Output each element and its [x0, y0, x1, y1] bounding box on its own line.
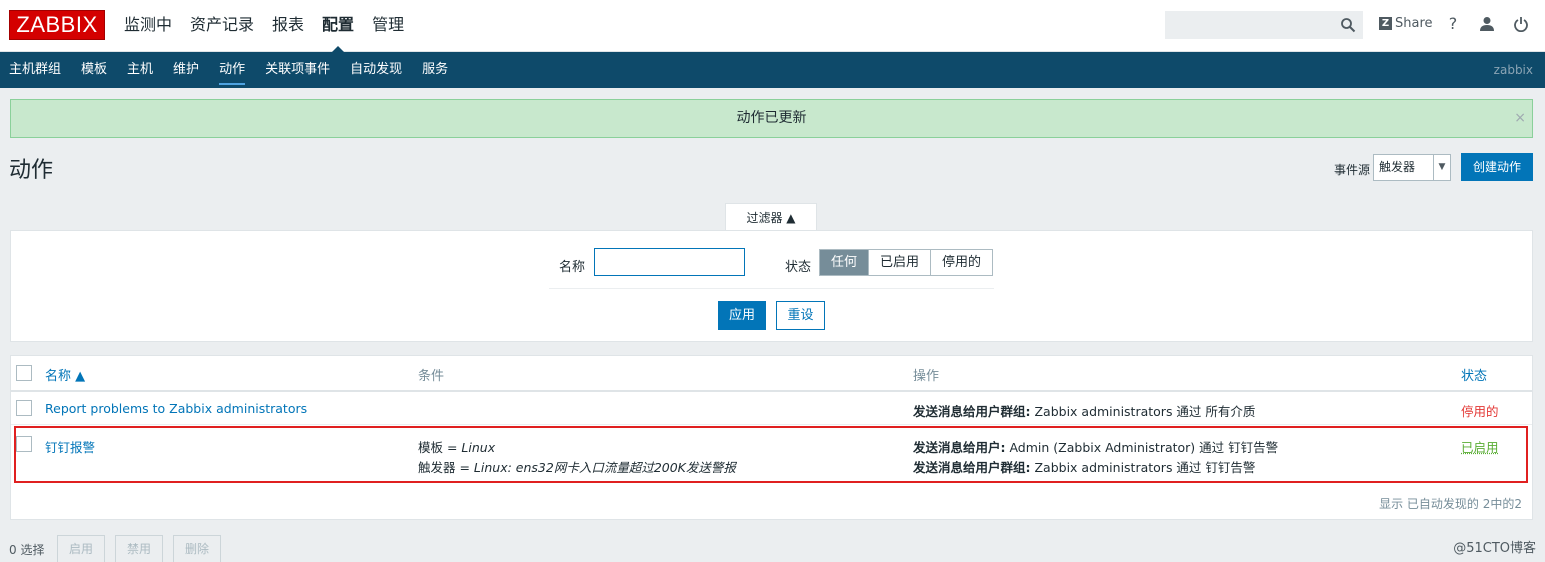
success-message: 动作已更新 ×: [10, 99, 1533, 138]
header-divider: [11, 390, 1532, 392]
zabbix-logo[interactable]: ZABBIX: [9, 10, 105, 40]
user-profile-icon[interactable]: [1477, 14, 1497, 36]
event-source-label: 事件源: [1334, 163, 1371, 177]
event-source-value: 触发器: [1379, 160, 1416, 174]
close-icon[interactable]: ×: [1514, 100, 1526, 137]
status-toggle-disabled[interactable]: 停用的: [1461, 401, 1499, 420]
create-action-button[interactable]: 创建动作: [1461, 153, 1533, 181]
operation-line: 发送消息给用户群组: Zabbix administrators 通过 所有介质: [913, 401, 1255, 420]
watermark: @51CTO博客: [1453, 541, 1536, 556]
column-header-name[interactable]: 名称 ▲: [45, 365, 85, 384]
search-box: [1165, 11, 1363, 39]
subnav-templates[interactable]: 模板: [81, 52, 107, 88]
operation-text: Zabbix administrators 通过 所有介质: [1030, 404, 1256, 419]
highlight-box: [14, 426, 1528, 483]
filter-name-label: 名称: [559, 260, 586, 275]
status-option-disabled[interactable]: 停用的: [931, 250, 993, 275]
column-header-status[interactable]: 状态: [1461, 365, 1487, 384]
nav-administration[interactable]: 管理: [372, 14, 404, 52]
main-nav: 监测中 资产记录 报表 配置 管理: [124, 14, 404, 52]
reset-button[interactable]: 重设: [776, 301, 825, 330]
subnav-host-groups[interactable]: 主机群组: [9, 52, 61, 88]
filter-name-input[interactable]: [594, 248, 745, 276]
event-source-select[interactable]: 触发器 ▼: [1373, 154, 1451, 181]
mass-delete-button[interactable]: 删除: [173, 535, 221, 562]
share-icon: Z: [1379, 17, 1392, 30]
filter-status-label: 状态: [785, 260, 812, 275]
chevron-down-icon: ▼: [1433, 155, 1450, 180]
sub-nav: 主机群组 模板 主机 维护 动作 关联项事件 自动发现 服务 zabbix: [0, 52, 1545, 88]
operation-label: 发送消息给用户群组:: [913, 404, 1031, 419]
column-header-conditions: 条件: [418, 369, 445, 384]
filter-toggle-tab[interactable]: 过滤器 ▲: [725, 203, 817, 231]
nav-reports[interactable]: 报表: [272, 14, 304, 52]
nav-inventory[interactable]: 资产记录: [190, 14, 254, 52]
filter-divider: [549, 288, 994, 289]
filter-status-segmented: 任何 已启用 停用的: [819, 249, 994, 276]
row-divider: [11, 424, 1532, 425]
share-label: Share: [1395, 16, 1433, 31]
success-message-text: 动作已更新: [736, 110, 807, 126]
table-footer-info: 显示 已自动发现的 2中的2: [1379, 497, 1522, 511]
subnav-hosts[interactable]: 主机: [127, 52, 153, 88]
mass-disable-button[interactable]: 禁用: [115, 535, 163, 562]
subnav-event-correlation[interactable]: 关联项事件: [265, 52, 330, 88]
subnav-maintenance[interactable]: 维护: [173, 52, 199, 88]
page-title: 动作: [9, 158, 54, 183]
help-icon[interactable]: ?: [1443, 14, 1463, 36]
column-header-operations: 操作: [913, 369, 940, 384]
subnav-discovery[interactable]: 自动发现: [350, 52, 402, 88]
nav-monitoring[interactable]: 监测中: [124, 14, 172, 52]
row-checkbox[interactable]: [16, 400, 32, 416]
sign-out-icon[interactable]: [1511, 14, 1531, 36]
mass-enable-button[interactable]: 启用: [57, 535, 105, 562]
action-name-link[interactable]: Report problems to Zabbix administrators: [45, 401, 307, 416]
share-link[interactable]: Z Share: [1379, 16, 1433, 31]
subnav-actions[interactable]: 动作: [219, 52, 246, 88]
select-all-checkbox[interactable]: [16, 365, 32, 381]
server-name: zabbix: [1493, 63, 1533, 77]
nav-configuration[interactable]: 配置: [322, 14, 354, 52]
selected-count: 0 选择: [9, 543, 45, 557]
status-option-any[interactable]: 任何: [820, 250, 870, 275]
status-option-enabled[interactable]: 已启用: [869, 250, 932, 275]
apply-button[interactable]: 应用: [718, 301, 766, 330]
filter-panel: 名称 状态 任何 已启用 停用的 应用 重设: [10, 230, 1533, 342]
actions-table: 名称 ▲ 条件 操作 状态 Report problems to Zabbix …: [10, 355, 1533, 520]
subnav-services[interactable]: 服务: [422, 52, 448, 88]
search-icon[interactable]: [1340, 17, 1356, 33]
top-header: ZABBIX 监测中 资产记录 报表 配置 管理 Z Share ?: [0, 0, 1545, 52]
search-input[interactable]: [1166, 12, 1336, 38]
